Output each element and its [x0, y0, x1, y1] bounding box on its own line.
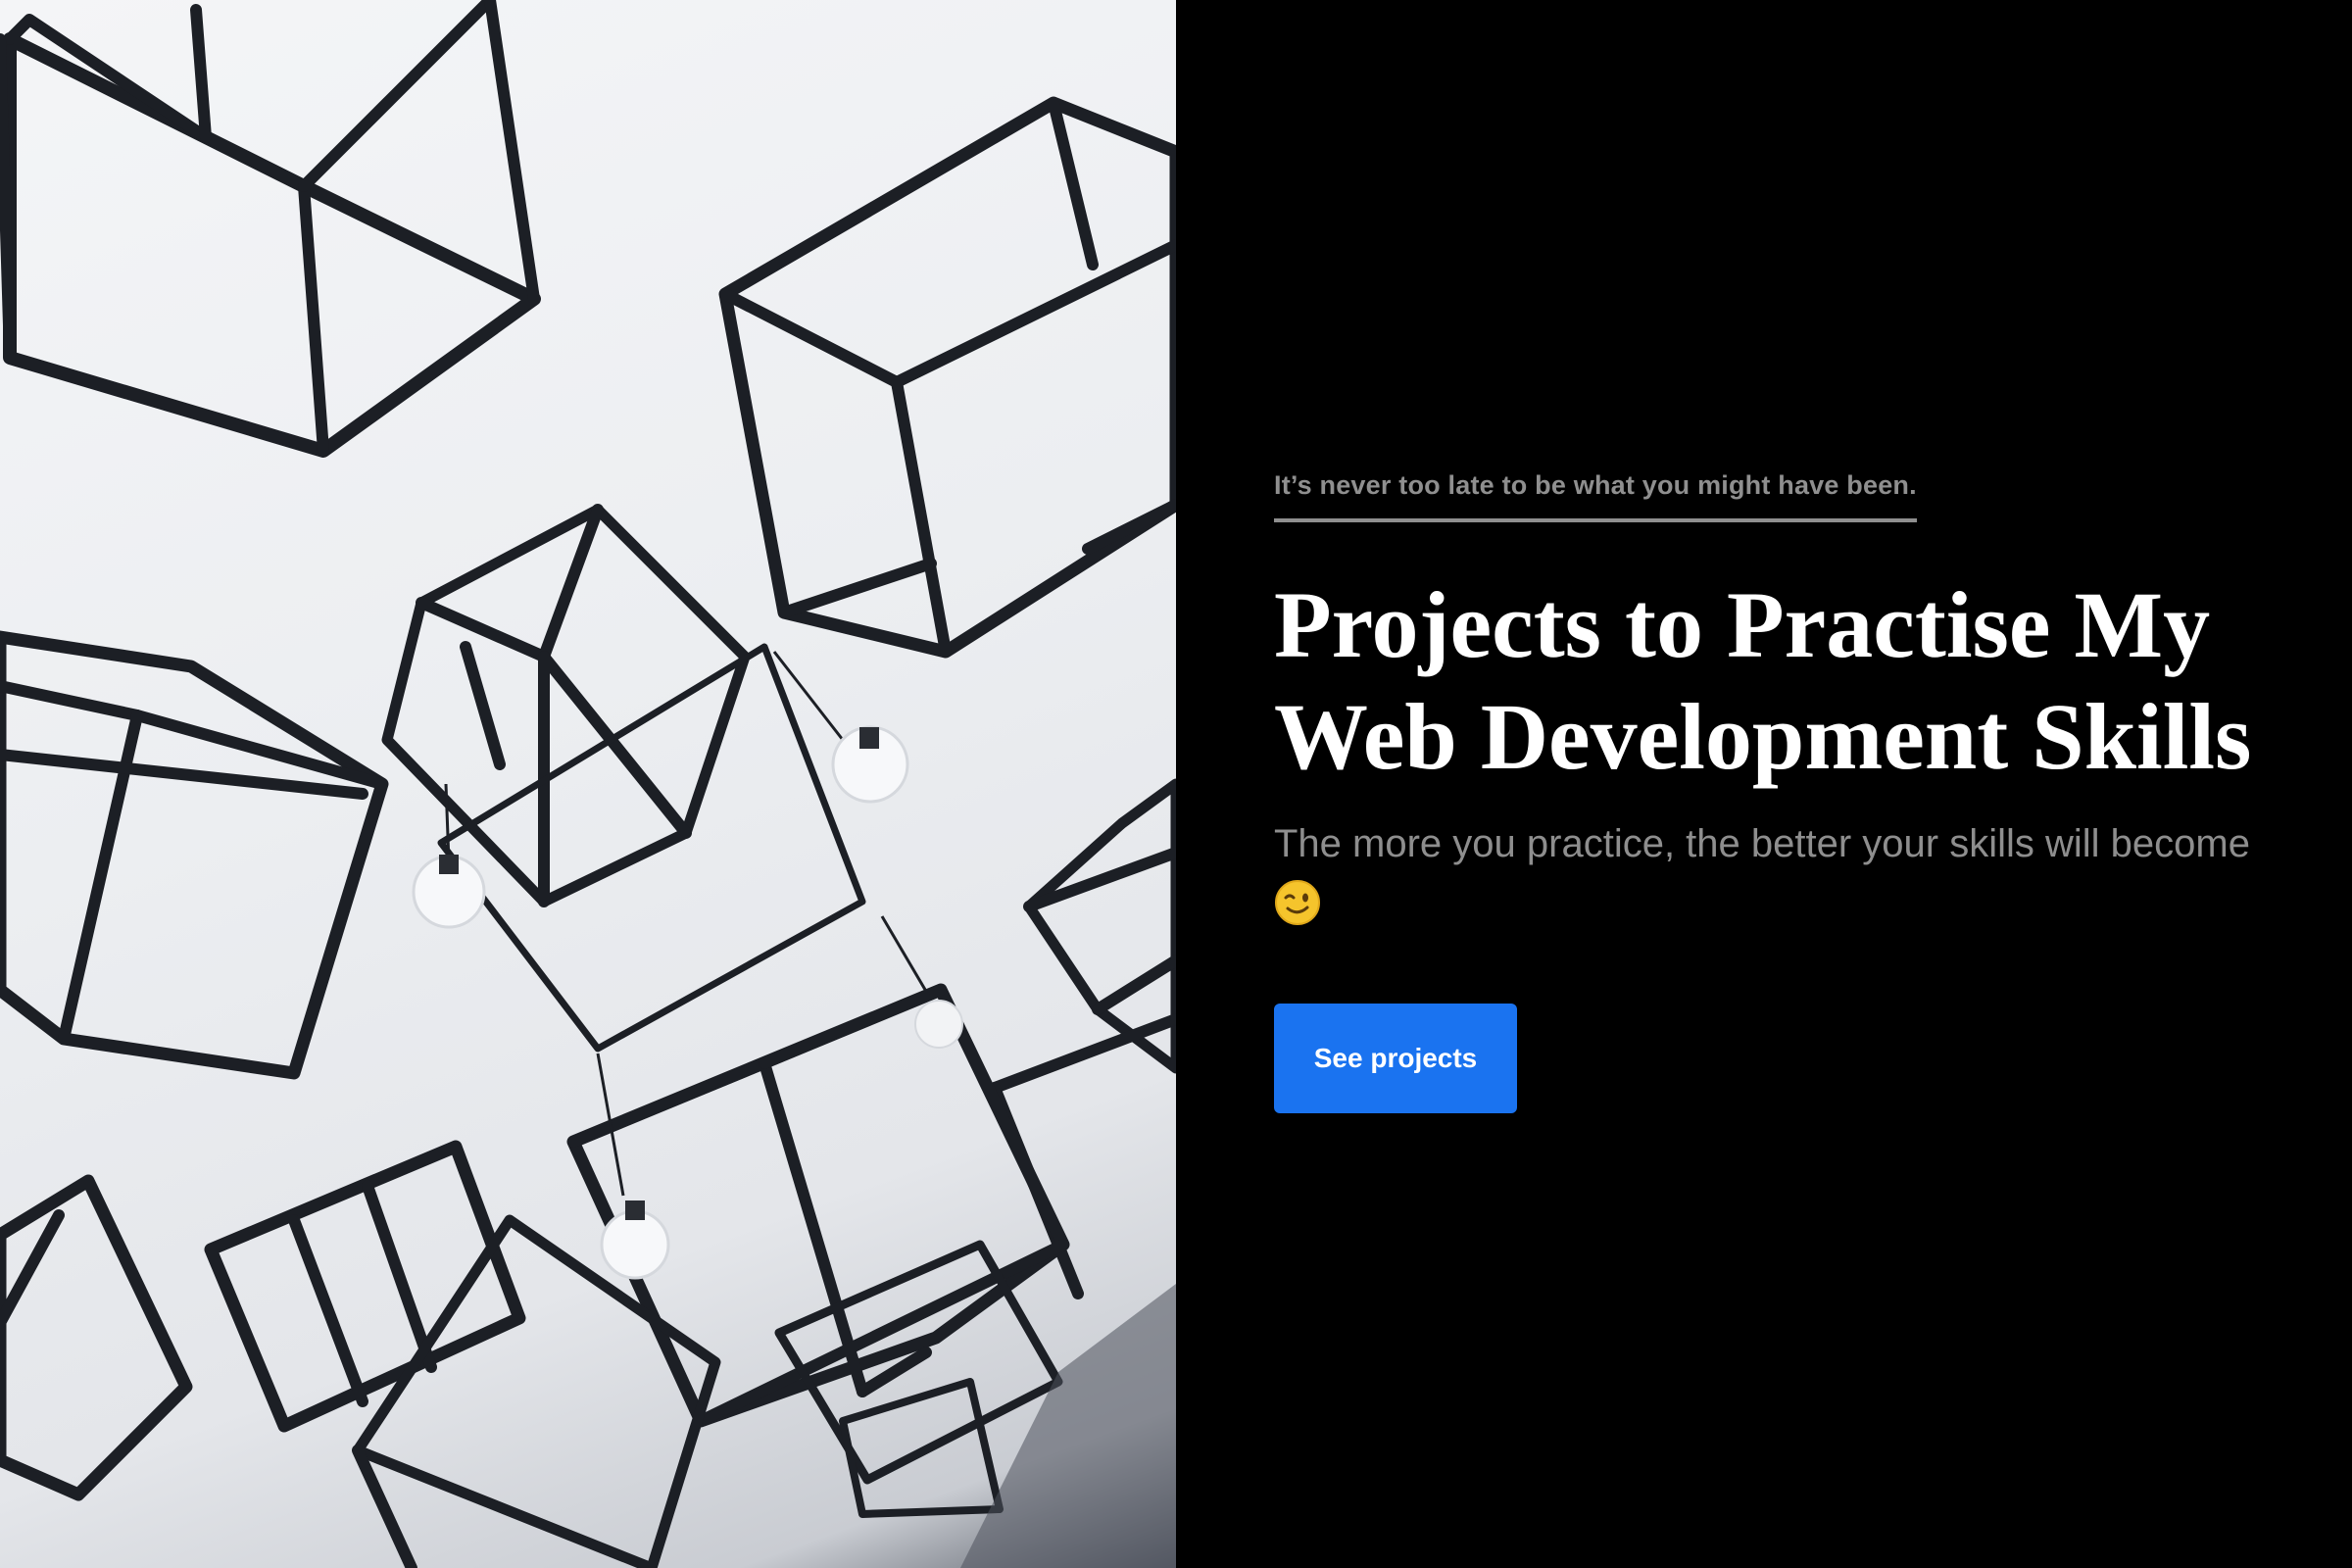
landing-page: It’s never too late to be what you might… — [0, 0, 2352, 1568]
see-projects-button[interactable]: See projects — [1274, 1004, 1517, 1113]
hero-text-block: It’s never too late to be what you might… — [1274, 470, 2274, 1113]
page-title: Projects to Practise My Web Development … — [1274, 572, 2252, 789]
winking-face-icon — [1274, 879, 1321, 943]
tagline: It’s never too late to be what you might… — [1274, 470, 1917, 522]
subtitle-text: The more you practice, the better your s… — [1274, 822, 2250, 865]
hanging-wireframe-cubes-image — [0, 0, 1176, 1568]
subtitle: The more you practice, the better your s… — [1274, 814, 2274, 943]
hero-content-panel: It’s never too late to be what you might… — [1176, 0, 2352, 1568]
wireframe-cubes-illustration — [0, 0, 1176, 1568]
